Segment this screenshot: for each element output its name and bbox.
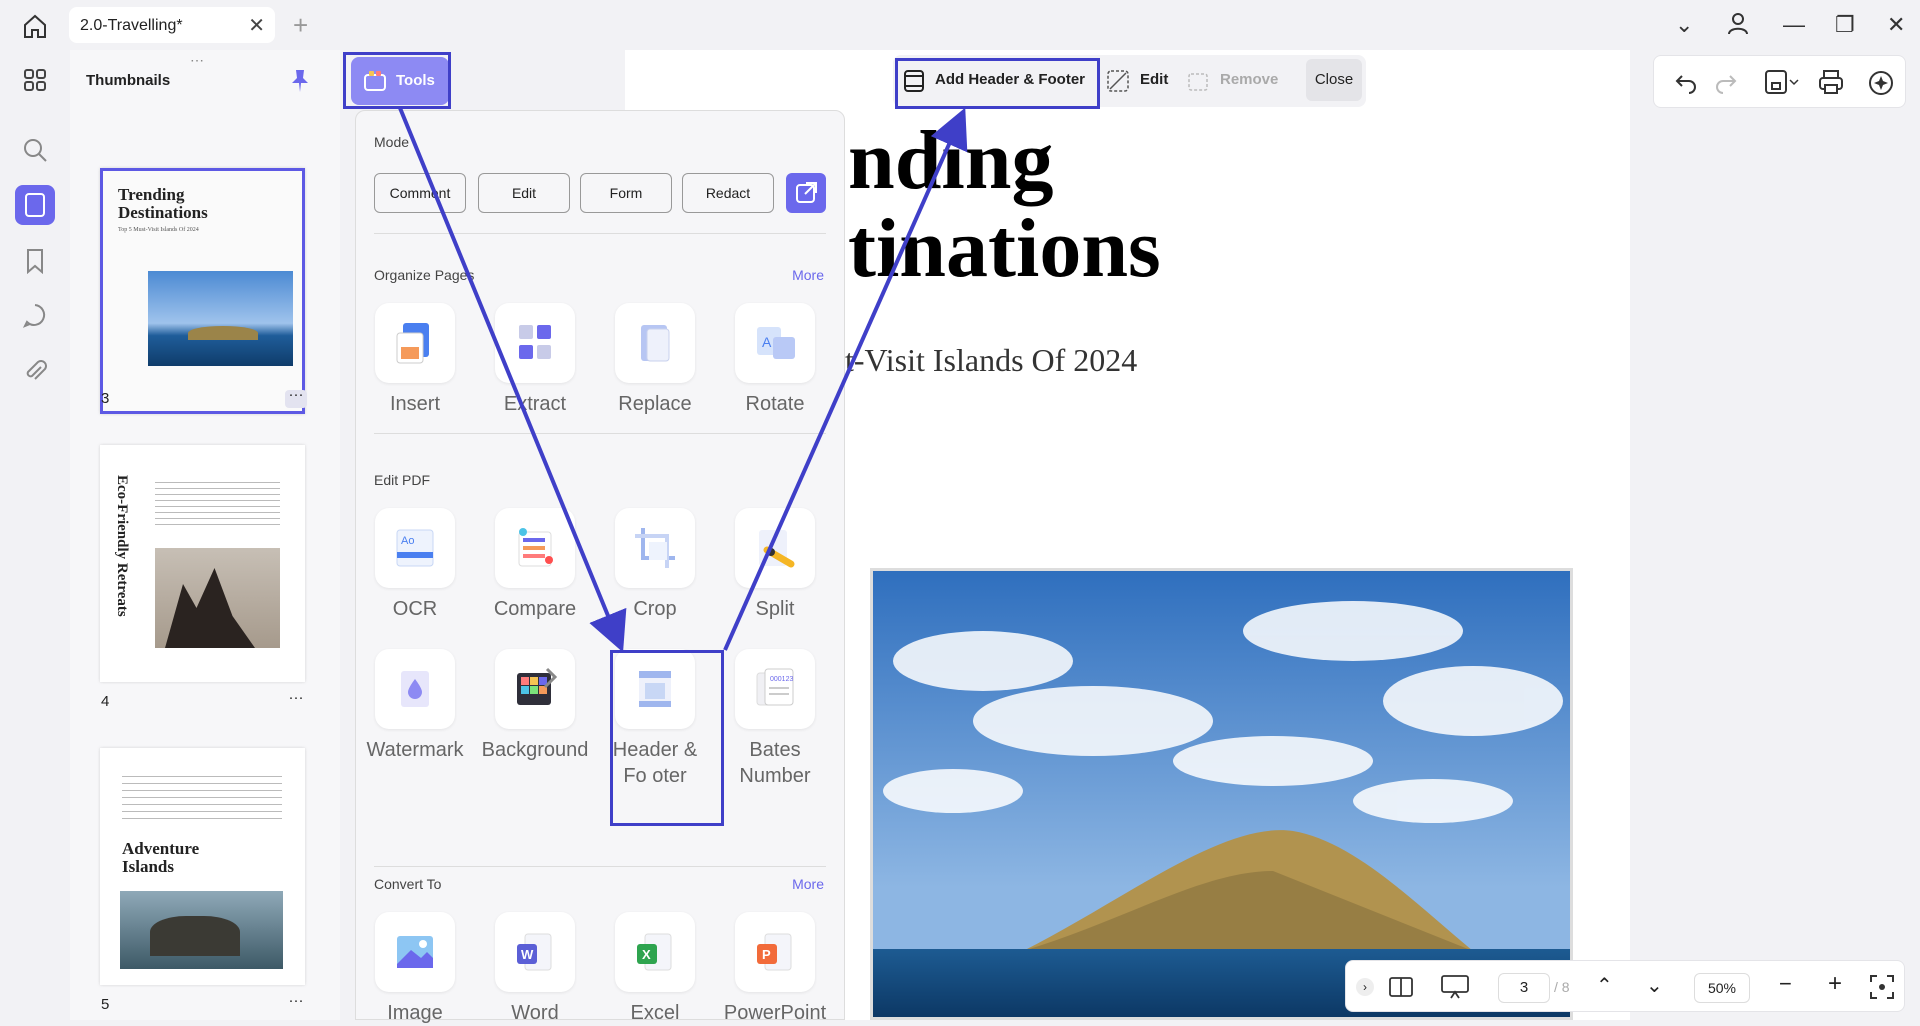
annotation-arrows — [398, 107, 968, 653]
